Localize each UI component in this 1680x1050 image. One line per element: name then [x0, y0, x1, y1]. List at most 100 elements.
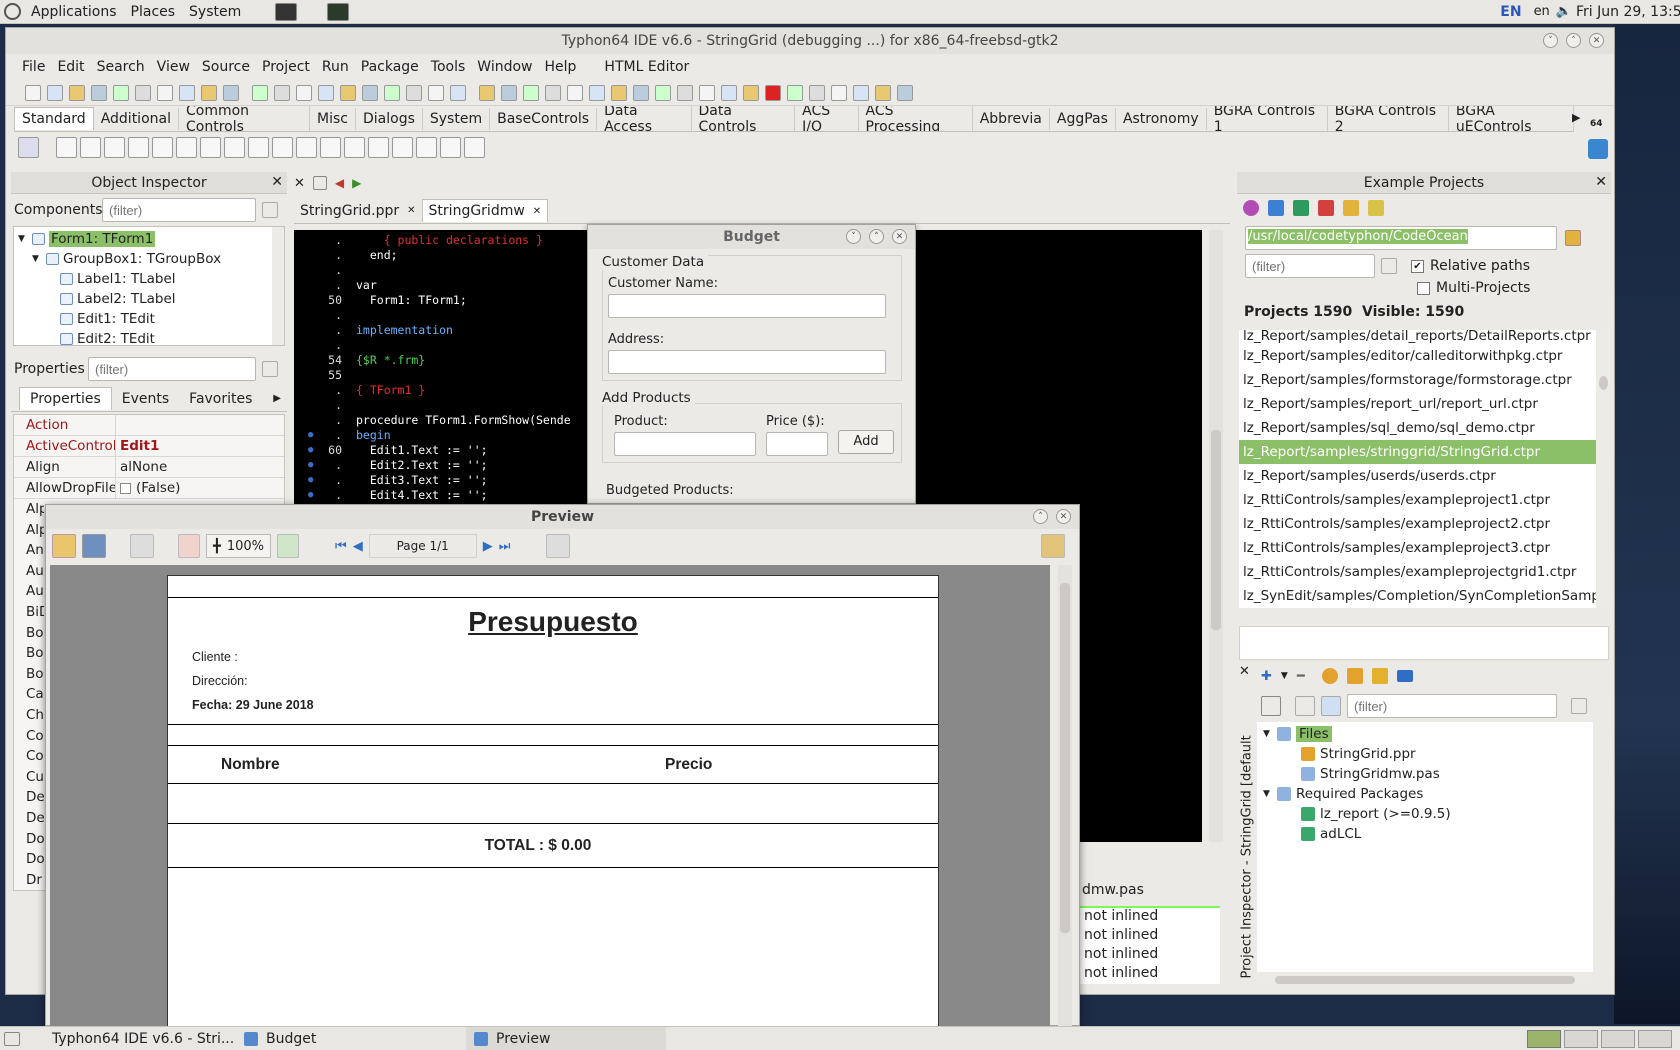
first-page-icon[interactable]: ⏮: [335, 539, 347, 554]
view-units-icon[interactable]: [567, 84, 583, 101]
toggle-box-icon[interactable]: [200, 136, 221, 158]
component-tree-item[interactable]: Label2: TLabel: [14, 289, 284, 309]
close-icon[interactable]: ✕: [533, 206, 541, 217]
options-icon[interactable]: [1371, 668, 1388, 684]
combo-box-icon[interactable]: [296, 136, 317, 158]
breakpoint-marker[interactable]: ●: [308, 490, 318, 500]
remove-icon[interactable]: ━: [1297, 669, 1305, 684]
step-into-icon[interactable]: [677, 84, 693, 101]
example-project-item[interactable]: lz_Report/samples/editor/calleditorwithp…: [1239, 344, 1596, 368]
menu-source[interactable]: Source: [196, 59, 256, 75]
zoom-in-icon[interactable]: [277, 534, 299, 558]
memo-icon[interactable]: [176, 136, 197, 158]
save-all-icon[interactable]: [875, 84, 891, 101]
prev-page-icon[interactable]: ◀: [353, 539, 363, 554]
close-icon[interactable]: ✕: [892, 229, 907, 244]
pointer-icon[interactable]: [18, 136, 39, 158]
close-icon[interactable]: ✕: [1056, 509, 1071, 524]
tab-scroll-right-icon[interactable]: ▶: [273, 393, 281, 404]
property-value[interactable]: (False): [116, 480, 180, 496]
close-icon[interactable]: ✕: [1239, 664, 1250, 679]
palette-tab-acs-processing[interactable]: ACS Processing: [859, 106, 973, 131]
new-unit-icon[interactable]: [743, 84, 759, 101]
palette-tab-abbrevia[interactable]: Abbrevia: [973, 107, 1050, 130]
message-item[interactable]: not inlined: [1080, 946, 1220, 965]
inspector-tab-properties[interactable]: Properties: [19, 387, 112, 410]
last-page-icon[interactable]: ⏭: [499, 539, 511, 554]
palette-tab-misc[interactable]: Misc: [310, 107, 356, 130]
palette-tab-bgra-controls-1[interactable]: BGRA Controls 1: [1207, 106, 1328, 131]
menu-html-editor[interactable]: HTML Editor: [598, 59, 695, 75]
close-icon[interactable]: ✕: [1589, 33, 1604, 48]
open-recent-icon[interactable]: [831, 84, 847, 101]
menu-help[interactable]: Help: [539, 59, 583, 75]
list-icon[interactable]: [1396, 670, 1413, 682]
save-icon[interactable]: [135, 84, 151, 101]
project-tree-item[interactable]: adLCL: [1257, 824, 1593, 844]
customer-name-input[interactable]: [608, 294, 886, 318]
menu-file[interactable]: File: [16, 59, 51, 75]
edit-icon[interactable]: [152, 136, 173, 158]
check-group-icon[interactable]: [392, 136, 413, 158]
panel-icon[interactable]: [416, 136, 437, 158]
property-value[interactable]: Edit1: [116, 438, 159, 454]
example-project-item[interactable]: lz_Report/samples/formstorage/formstorag…: [1239, 368, 1596, 392]
property-row[interactable]: ActiveControl Edit1: [14, 436, 284, 457]
component-tree-item[interactable]: ▼ Form1: TForm1: [14, 229, 284, 249]
close-icon[interactable]: ✕: [294, 176, 305, 191]
build-icon[interactable]: [1268, 200, 1284, 216]
settings-icon[interactable]: [1368, 200, 1384, 216]
example-project-item[interactable]: lz_RttiControls/samples/exampleproject3.…: [1239, 536, 1596, 560]
menu-project[interactable]: Project: [256, 59, 316, 75]
group-box-icon[interactable]: [344, 136, 365, 158]
project-tree-hscrollbar[interactable]: [1257, 974, 1593, 986]
new-form-icon[interactable]: [765, 84, 781, 101]
save-icon[interactable]: [501, 84, 517, 101]
new-project-icon[interactable]: [428, 84, 444, 101]
taskbar-item-preview[interactable]: Preview: [466, 1027, 666, 1050]
breakpoint-marker[interactable]: ●: [308, 445, 318, 455]
palette-tab-dialogs[interactable]: Dialogs: [356, 107, 423, 130]
maximize-icon[interactable]: ˄: [1566, 33, 1581, 48]
action-list-icon[interactable]: [464, 136, 485, 158]
radio-group-icon[interactable]: [368, 136, 389, 158]
radio-button-icon[interactable]: [248, 136, 269, 158]
menu-window[interactable]: Window: [471, 59, 538, 75]
menu-package[interactable]: Package: [355, 59, 425, 75]
language-indicator[interactable]: en: [1534, 4, 1550, 19]
tree-expander-icon[interactable]: ▼: [1263, 789, 1277, 799]
breakpoint-marker[interactable]: ●: [308, 460, 318, 470]
example-project-item[interactable]: lz_Report/samples/sql_demo/sql_demo.ctpr: [1239, 416, 1596, 440]
close-icon[interactable]: ✕: [271, 174, 283, 190]
refresh-icon[interactable]: [1243, 200, 1259, 216]
main-menu-icon[interactable]: [56, 136, 77, 158]
compile-icon[interactable]: [1321, 668, 1338, 684]
taskbar-item-budget[interactable]: Budget: [236, 1027, 406, 1050]
example-project-item[interactable]: lz_Report/samples/report_url/report_url.…: [1239, 392, 1596, 416]
editor-tab-stringgridmw[interactable]: StringGridmw ✕: [421, 199, 549, 222]
tree-expander-icon[interactable]: ▼: [32, 254, 46, 264]
list-box-icon[interactable]: [272, 136, 293, 158]
volume-icon[interactable]: 🔈: [1556, 4, 1572, 19]
palette-tab-bgra-uecontrols[interactable]: BGRA uEControls: [1449, 106, 1574, 131]
project-tree-item[interactable]: StringGrid.ppr: [1257, 744, 1593, 764]
open-icon[interactable]: [52, 534, 76, 558]
pause-icon[interactable]: [633, 84, 649, 101]
show-desktop-icon[interactable]: [4, 1031, 20, 1046]
browse-folder-icon[interactable]: [1565, 230, 1581, 246]
address-input[interactable]: [608, 350, 886, 374]
panel-menu-system[interactable]: System: [189, 4, 241, 20]
clear-filter-icon[interactable]: [262, 361, 278, 377]
frame-icon[interactable]: [440, 136, 461, 158]
breakpoint-marker[interactable]: ●: [308, 475, 318, 485]
open-recent-icon[interactable]: [113, 84, 129, 101]
pause-icon[interactable]: [274, 84, 290, 101]
delete-icon[interactable]: [1318, 200, 1334, 216]
message-item[interactable]: not inlined: [1080, 927, 1220, 946]
editor-tab-stringgrid-ppr[interactable]: StringGrid.ppr ✕: [294, 200, 422, 222]
system-monitor-launcher-icon[interactable]: [327, 2, 350, 21]
open-icon[interactable]: [91, 84, 107, 101]
new-project-icon[interactable]: [69, 84, 85, 101]
zoom-level-box[interactable]: ╋ 100%: [206, 534, 271, 558]
print-icon[interactable]: [130, 534, 154, 558]
